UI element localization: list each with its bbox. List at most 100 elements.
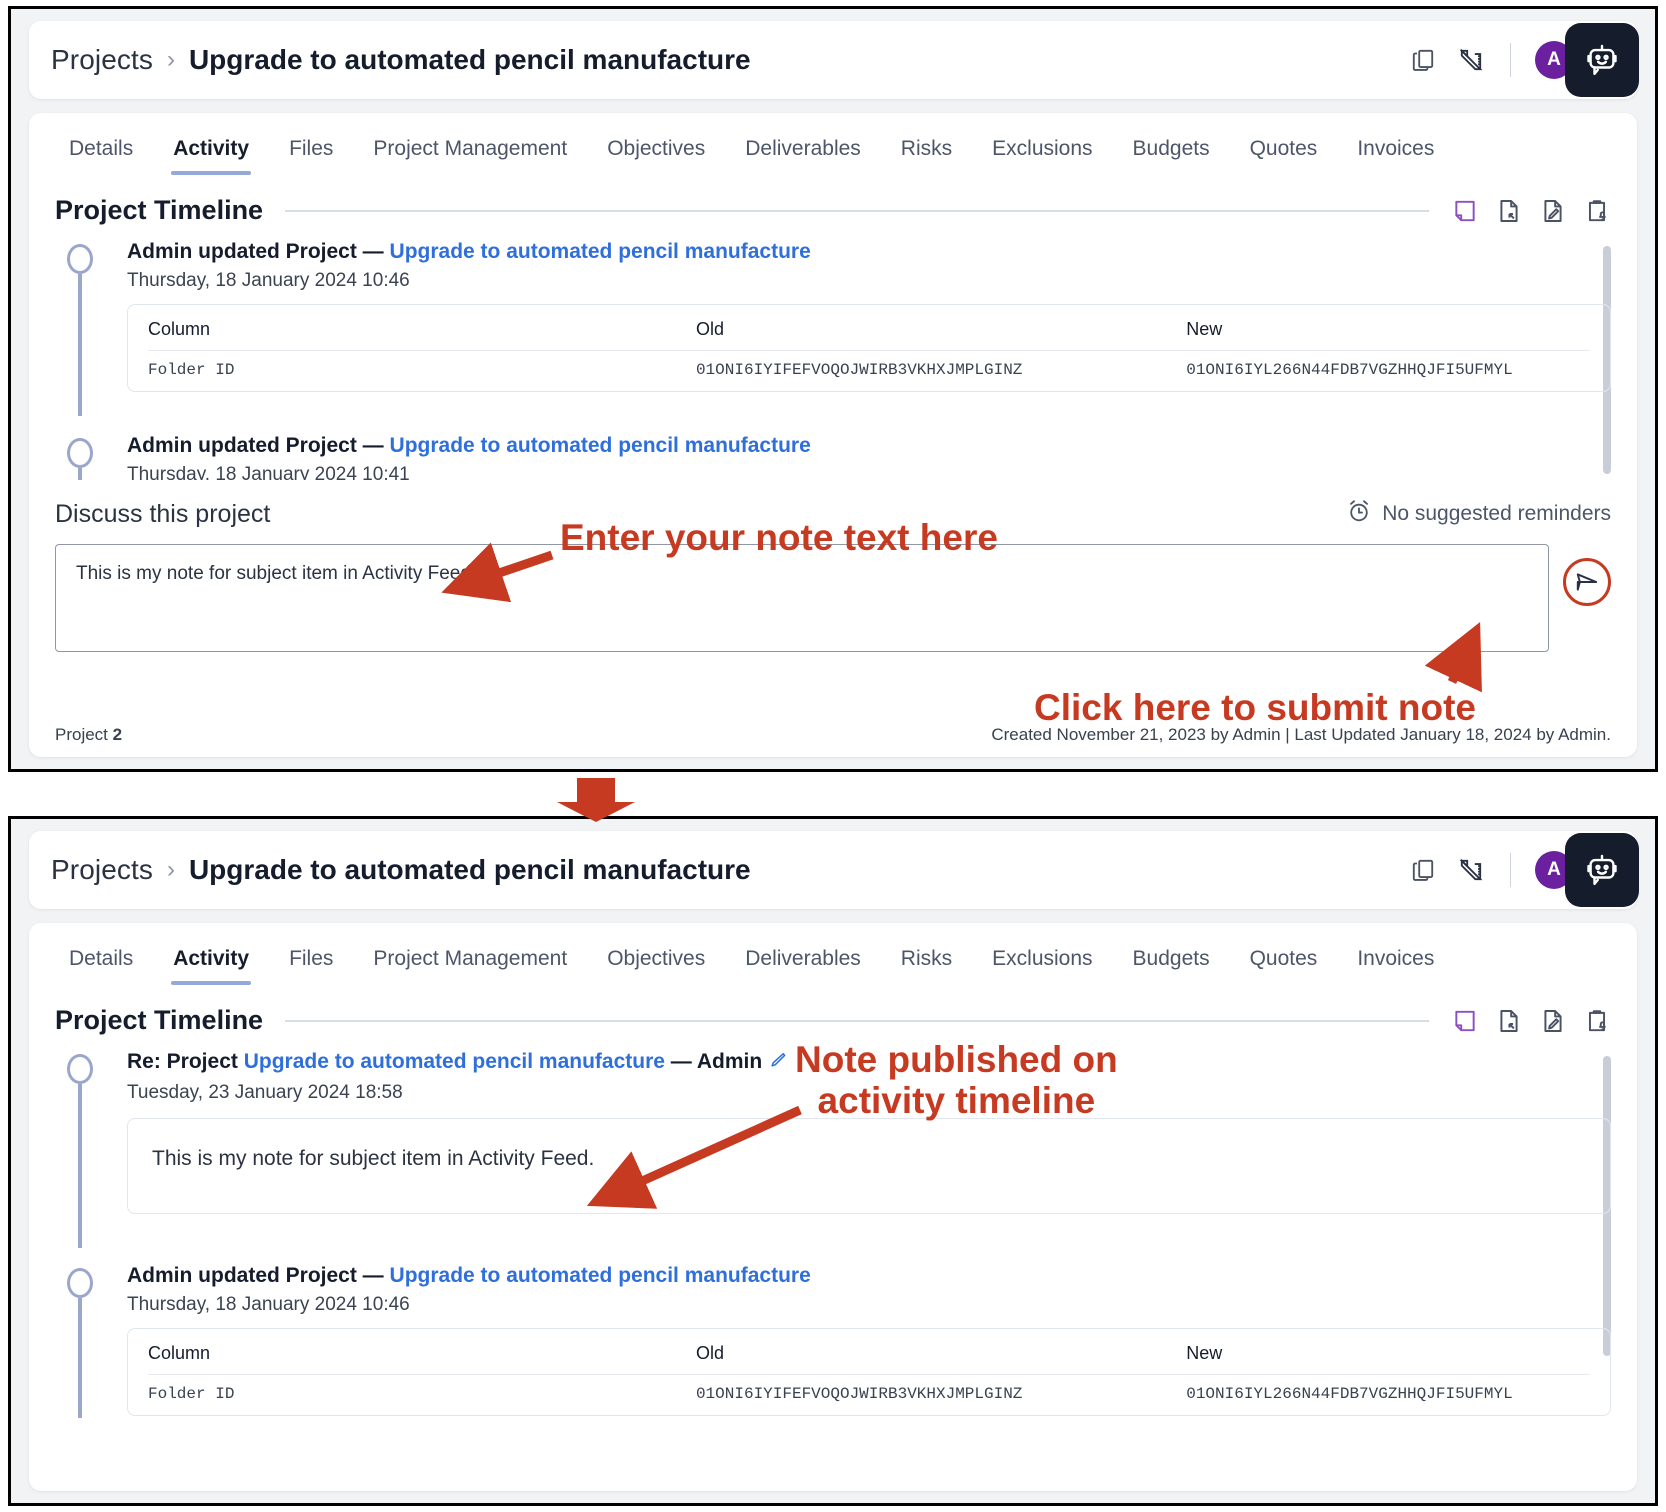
- timeline-divider: [285, 1019, 1429, 1022]
- table-header-column: Column: [148, 1343, 696, 1375]
- note-input[interactable]: [55, 544, 1549, 652]
- tab-project-management[interactable]: Project Management: [353, 947, 587, 985]
- timeline-node-icon: [67, 438, 93, 468]
- event-suffix: — Admin: [664, 1050, 763, 1073]
- timeline-connector: [78, 468, 82, 480]
- top-screenshot-panel: Projects › Upgrade to automated pencil m…: [8, 6, 1658, 772]
- app-header: Projects › Upgrade to automated pencil m…: [29, 21, 1637, 99]
- tab-details[interactable]: Details: [49, 137, 153, 175]
- annotation-enter-note: Enter your note text here: [560, 517, 998, 558]
- tab-files[interactable]: Files: [269, 947, 353, 985]
- tab-activity[interactable]: Activity: [153, 137, 269, 175]
- timeline-node-icon: [67, 1054, 93, 1084]
- timeline-node-icon: [67, 1268, 93, 1298]
- event-date: Thursday, 18 January 2024 10:46: [127, 270, 410, 291]
- breadcrumb-projects[interactable]: Projects: [51, 44, 153, 76]
- tab-activity[interactable]: Activity: [153, 947, 269, 985]
- tab-budgets[interactable]: Budgets: [1113, 947, 1230, 985]
- file-edit-icon[interactable]: [1539, 1007, 1567, 1035]
- bottom-screenshot-panel: Projects › Upgrade to automated pencil m…: [8, 816, 1658, 1506]
- tab-details[interactable]: Details: [49, 947, 153, 985]
- file-link-icon[interactable]: [1495, 1007, 1523, 1035]
- tab-invoices[interactable]: Invoices: [1337, 137, 1454, 175]
- timeline-connector: [78, 1298, 82, 1418]
- screenshot-stage: Projects › Upgrade to automated pencil m…: [0, 0, 1666, 1512]
- cell-column: Folder ID: [148, 361, 235, 379]
- tab-quotes[interactable]: Quotes: [1230, 947, 1338, 985]
- timeline-connector: [78, 1084, 82, 1248]
- note-composer: [55, 544, 1611, 657]
- page-title: Upgrade to automated pencil manufacture: [188, 44, 751, 75]
- ruler-set-square-icon[interactable]: [1456, 45, 1486, 75]
- footer-project-number: 2: [112, 725, 123, 744]
- event-link[interactable]: Upgrade to automated pencil manufacture: [244, 1050, 665, 1073]
- timeline-action-icons: [1451, 1007, 1611, 1035]
- breadcrumb-separator-icon: ›: [166, 856, 175, 883]
- tab-risks[interactable]: Risks: [881, 137, 972, 175]
- tab-deliverables[interactable]: Deliverables: [725, 947, 881, 985]
- timeline-divider: [285, 209, 1429, 212]
- tab-invoices[interactable]: Invoices: [1337, 947, 1454, 985]
- sticky-note-icon[interactable]: [1451, 197, 1479, 225]
- event-title: Admin updated Project — Upgrade to autom…: [127, 434, 1611, 458]
- tab-deliverables[interactable]: Deliverables: [725, 137, 881, 175]
- event-link[interactable]: Upgrade to automated pencil manufacture: [390, 1264, 811, 1287]
- event-link[interactable]: Upgrade to automated pencil manufacture: [390, 434, 811, 457]
- cell-old: 01ONI6IYIFEFVOQOJWIRB3VKHXJMPLGINZ: [695, 361, 1023, 379]
- footer-project-label: Project 2: [55, 725, 122, 745]
- tab-risks[interactable]: Risks: [881, 947, 972, 985]
- table-header-old: Old: [695, 319, 1187, 351]
- event-prefix: Admin updated Project —: [127, 1264, 390, 1287]
- timeline-connector: [78, 274, 82, 416]
- pencil-edit-icon[interactable]: [768, 1050, 788, 1076]
- submit-note-button[interactable]: [1563, 558, 1611, 606]
- timeline-event: Admin updated Project — Upgrade to autom…: [55, 434, 1611, 480]
- event-title: Admin updated Project — Upgrade to autom…: [127, 240, 1611, 264]
- event-title: Admin updated Project — Upgrade to autom…: [127, 1264, 1611, 1288]
- activity-feed-top[interactable]: Admin updated Project — Upgrade to autom…: [55, 240, 1611, 480]
- tab-exclusions[interactable]: Exclusions: [972, 137, 1112, 175]
- clipboard-reminder-icon[interactable]: [1583, 197, 1611, 225]
- table-header-column: Column: [148, 319, 696, 351]
- tab-project-management[interactable]: Project Management: [353, 137, 587, 175]
- robot-assistant-icon[interactable]: [1565, 833, 1639, 907]
- copy-icon[interactable]: [1408, 855, 1438, 885]
- tab-objectives[interactable]: Objectives: [587, 137, 725, 175]
- annotation-click-submit: Click here to submit note: [1034, 687, 1477, 728]
- timeline-action-icons: [1451, 197, 1611, 225]
- file-edit-icon[interactable]: [1539, 197, 1567, 225]
- table-row: Folder ID 01ONI6IYIFEFVOQOJWIRB3VKHXJMPL…: [148, 1375, 1590, 1403]
- project-timeline-header: Project Timeline: [29, 985, 1637, 1036]
- tab-budgets[interactable]: Budgets: [1113, 137, 1230, 175]
- timeline-event: Admin updated Project — Upgrade to autom…: [55, 1264, 1611, 1418]
- activity-card: Details Activity Files Project Managemen…: [29, 113, 1637, 757]
- project-timeline-title: Project Timeline: [55, 195, 264, 225]
- tab-files[interactable]: Files: [269, 137, 353, 175]
- ruler-set-square-icon[interactable]: [1456, 855, 1486, 885]
- breadcrumb-projects[interactable]: Projects: [51, 854, 153, 886]
- table-row: Folder ID 01ONI6IYIFEFVOQOJWIRB3VKHXJMPL…: [148, 351, 1590, 379]
- footer-label-text: Project: [55, 725, 108, 744]
- header-divider: [1510, 43, 1511, 77]
- table-header-new: New: [1186, 319, 1590, 351]
- cell-column: Folder ID: [148, 1385, 235, 1403]
- tab-exclusions[interactable]: Exclusions: [972, 947, 1112, 985]
- event-prefix: Admin updated Project —: [127, 240, 390, 263]
- suggested-reminders: No suggested reminders: [1346, 498, 1611, 530]
- change-table: Column Old New Folder ID 01ONI6IYIFEFVOQ…: [127, 304, 1611, 392]
- timeline-event: Admin updated Project — Upgrade to autom…: [55, 240, 1611, 416]
- published-note-body: This is my note for subject item in Acti…: [127, 1118, 1611, 1214]
- copy-icon[interactable]: [1408, 45, 1438, 75]
- change-table: Column Old New Folder ID 01ONI6IYIFEFVOQ…: [127, 1328, 1611, 1416]
- clipboard-reminder-icon[interactable]: [1583, 1007, 1611, 1035]
- file-link-icon[interactable]: [1495, 197, 1523, 225]
- sticky-note-icon[interactable]: [1451, 1007, 1479, 1035]
- event-link[interactable]: Upgrade to automated pencil manufacture: [390, 240, 811, 263]
- table-header-old: Old: [695, 1343, 1187, 1375]
- alarm-clock-icon: [1346, 498, 1372, 530]
- robot-assistant-icon[interactable]: [1565, 23, 1639, 97]
- table-header-new: New: [1186, 1343, 1590, 1375]
- tab-objectives[interactable]: Objectives: [587, 947, 725, 985]
- cell-new: 01ONI6IYL266N44FDB7VGZHHQJFI5UFMYL: [1186, 1385, 1513, 1403]
- tab-quotes[interactable]: Quotes: [1230, 137, 1338, 175]
